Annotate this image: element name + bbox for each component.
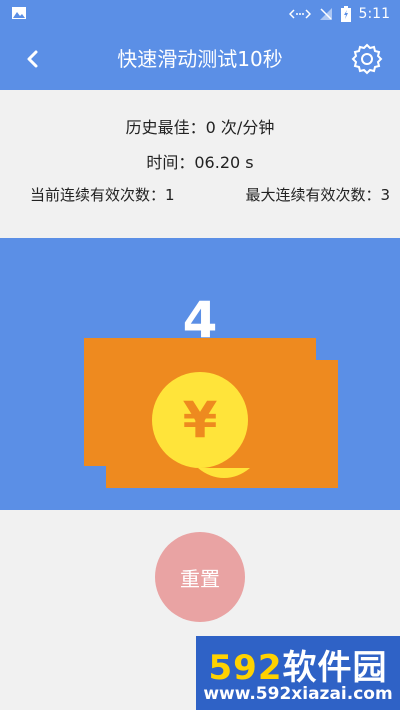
current-streak: 当前连续有效次数：1 xyxy=(30,186,175,204)
no-signal-icon xyxy=(319,8,332,20)
coin-edge xyxy=(198,468,250,478)
status-bar: 5:11 xyxy=(0,0,400,28)
reset-button[interactable]: 重置 xyxy=(155,532,245,622)
status-time: 5:11 xyxy=(358,6,390,22)
watermark: 592软件园 www.592xiazai.com xyxy=(196,636,400,710)
best-record: 历史最佳：0 次/分钟 xyxy=(125,118,275,137)
watermark-logo-text: 软件园 xyxy=(282,648,388,688)
stats-panel: 历史最佳：0 次/分钟 时间：06.20 s 当前连续有效次数：1 最大连续有效… xyxy=(0,90,400,238)
data-sync-icon xyxy=(288,9,311,19)
swipe-area[interactable]: 4 ¥ xyxy=(0,238,400,510)
watermark-logo: 592软件园 xyxy=(196,640,400,689)
watermark-logo-number: 592 xyxy=(208,648,283,688)
elapsed-time: 时间：06.20 s xyxy=(146,153,254,172)
back-icon[interactable] xyxy=(22,47,44,71)
max-streak: 最大连续有效次数：3 xyxy=(245,186,390,204)
app-bar: 快速滑动测试10秒 xyxy=(0,28,400,90)
yuan-coin-icon: ¥ xyxy=(152,372,248,468)
watermark-url: www.592xiazai.com xyxy=(203,684,393,704)
gallery-icon xyxy=(12,7,26,19)
page-title: 快速滑动测试10秒 xyxy=(117,47,283,71)
gear-icon[interactable] xyxy=(350,42,384,76)
coin-symbol: ¥ xyxy=(183,391,218,449)
battery-charging-icon xyxy=(340,6,351,22)
